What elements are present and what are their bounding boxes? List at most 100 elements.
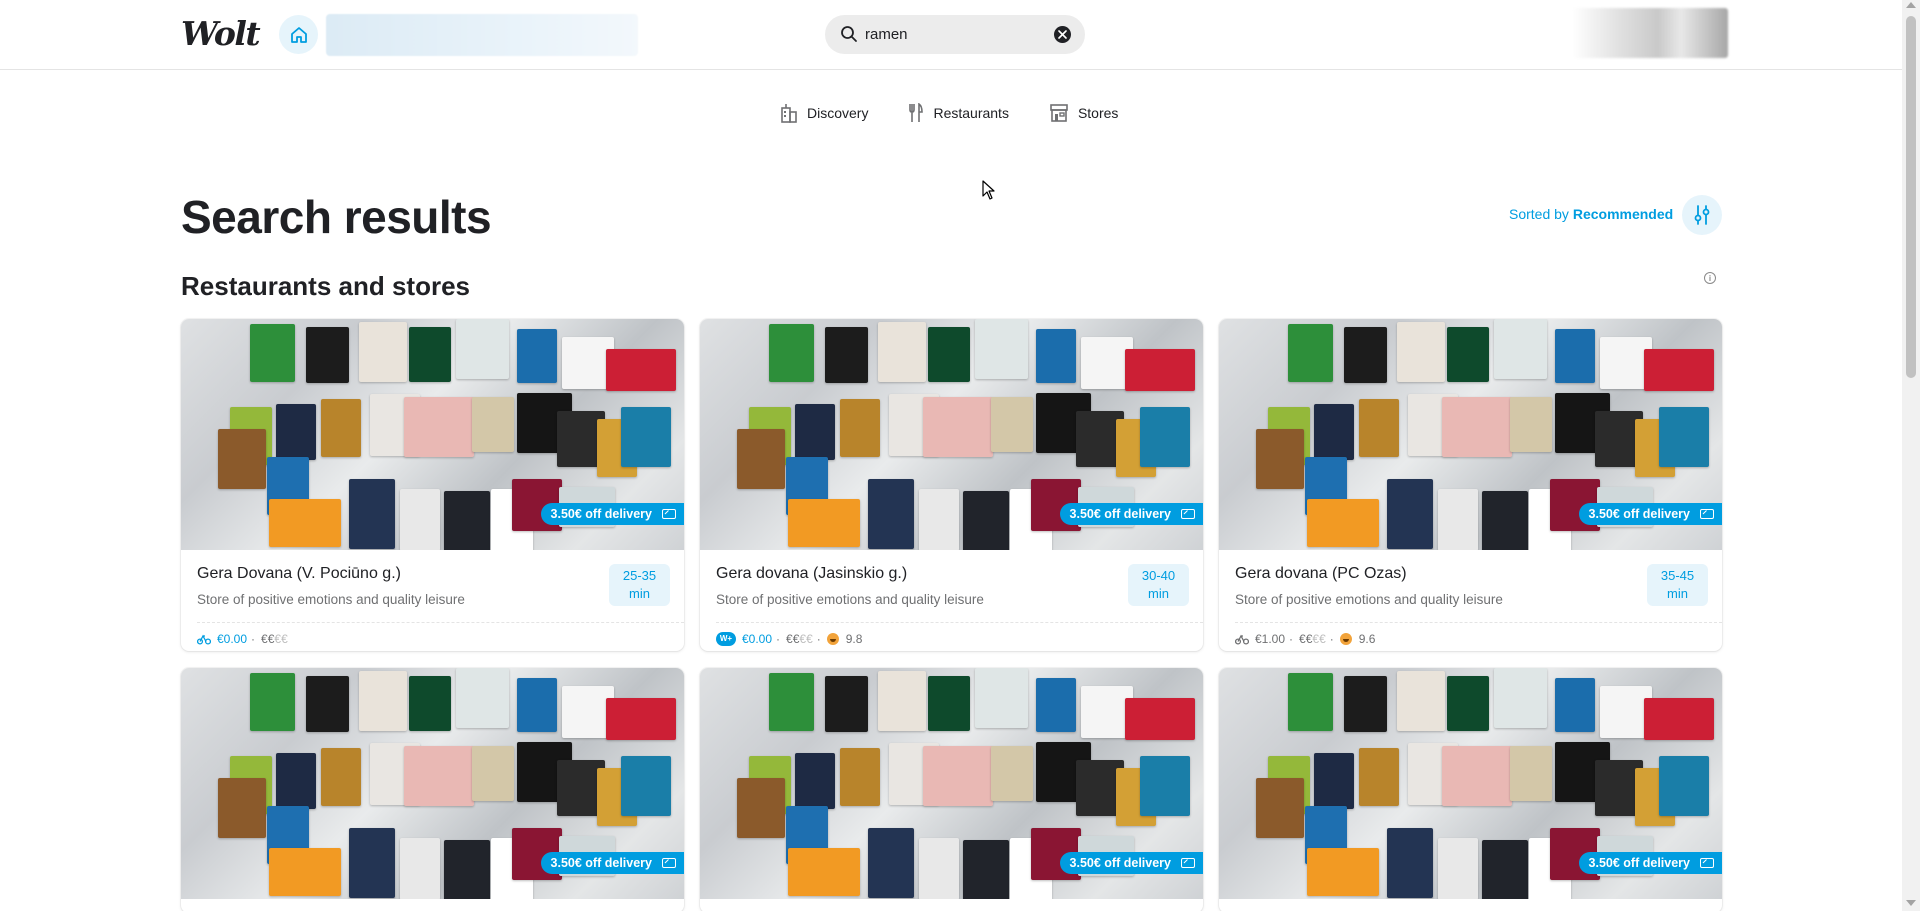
gift-card-graphic <box>444 491 490 550</box>
gift-card-graphic <box>250 673 295 731</box>
home-icon <box>290 26 307 43</box>
gift-card-graphic <box>269 499 341 547</box>
price-level: €€ <box>261 632 275 646</box>
gift-card-graphic <box>621 407 671 467</box>
search-bar[interactable] <box>825 15 1085 54</box>
venue-card-body: Gera dovana (PC Ozas) Store of positive e… <box>1219 550 1722 651</box>
scroll-up-arrow-icon[interactable] <box>1906 2 1916 8</box>
gift-card-graphic <box>349 828 395 898</box>
gift-card-graphic <box>878 671 926 731</box>
venue-card[interactable]: 3.50€ off delivery <box>700 668 1203 911</box>
info-icon[interactable]: i <box>1704 272 1716 284</box>
gift-card-graphic <box>276 753 316 809</box>
card-divider <box>1235 622 1722 623</box>
gift-card-graphic <box>1510 397 1552 452</box>
eta-range: 25-35 <box>622 568 657 583</box>
wolt-plus-badge: W+ <box>716 632 736 646</box>
store-icon <box>1050 104 1068 122</box>
delivery-time-badge: 30-40 min <box>1128 564 1189 606</box>
gift-card-graphic <box>321 748 361 806</box>
gift-card-graphic <box>1359 748 1399 806</box>
price-level-dim: €€ <box>274 632 288 646</box>
sort-filter-button[interactable] <box>1682 195 1722 235</box>
venue-card[interactable]: 3.50€ off delivery <box>181 668 684 911</box>
scrollbar-thumb[interactable] <box>1906 16 1916 378</box>
tab-stores[interactable]: Stores <box>1049 98 1118 128</box>
venue-meta: €0.00 · €€ €€ <box>197 632 288 646</box>
gift-card-graphic <box>1482 491 1528 550</box>
price-level: €€ <box>1299 632 1313 646</box>
promo-label: 3.50€ off delivery <box>1069 856 1171 870</box>
gift-card-graphic <box>795 404 835 460</box>
gift-card-graphic <box>1125 698 1195 740</box>
gift-card-graphic <box>306 327 349 383</box>
gift-card-graphic <box>1256 429 1304 489</box>
page-title: Search results <box>181 191 492 243</box>
gift-card-graphic <box>878 322 926 382</box>
gift-card-graphic <box>444 840 490 899</box>
gift-card-graphic <box>1555 678 1595 732</box>
gift-card-graphic <box>1510 746 1552 801</box>
tab-discovery[interactable]: Discovery <box>780 98 868 128</box>
gift-card-graphic <box>1256 778 1304 838</box>
ticket-icon <box>1700 509 1714 519</box>
clear-search-button[interactable] <box>1054 26 1071 43</box>
venue-image: 3.50€ off delivery <box>700 319 1203 550</box>
venue-card-body: Gera Dovana (V. Pociūno g.) Store of posi… <box>181 550 684 651</box>
delivery-promo-badge: 3.50€ off delivery <box>1059 503 1203 525</box>
delivery-promo-badge: 3.50€ off delivery <box>1578 503 1722 525</box>
gift-card-graphic <box>769 324 814 382</box>
price-level-dim: €€ <box>1312 632 1326 646</box>
gift-card-graphic <box>606 698 676 740</box>
tab-discovery-label: Discovery <box>807 105 869 121</box>
delivery-time-badge: 35-45 min <box>1647 564 1708 606</box>
gift-card-graphic <box>517 678 557 732</box>
gift-card-graphic <box>840 399 880 457</box>
gift-card-graphic <box>1314 404 1354 460</box>
gift-card-graphic <box>1125 349 1195 391</box>
delivery-promo-badge: 3.50€ off delivery <box>1578 852 1722 874</box>
venue-card[interactable]: 3.50€ off delivery Gera dovana (PC Ozas) S… <box>1219 319 1722 651</box>
gift-card-graphic <box>621 756 671 816</box>
gift-card-graphic <box>1344 676 1387 732</box>
promo-label: 3.50€ off delivery <box>550 507 652 521</box>
gift-card-graphic <box>1659 407 1709 467</box>
gift-card-graphic <box>769 673 814 731</box>
building-icon <box>781 104 797 123</box>
venue-card[interactable]: 3.50€ off delivery Gera Dovana (V. Pociūn… <box>181 319 684 651</box>
venue-card[interactable]: 3.50€ off delivery <box>1219 668 1722 911</box>
search-icon <box>841 26 857 42</box>
gift-card-graphic <box>919 838 959 899</box>
gift-card-graphic <box>975 319 1028 379</box>
venue-description: Store of positive emotions and quality l… <box>1235 592 1503 607</box>
rating-smiley-icon <box>826 633 839 645</box>
scroll-down-arrow-icon[interactable] <box>1906 900 1916 906</box>
tab-restaurants[interactable]: Restaurants <box>908 98 1009 128</box>
gift-card-graphic <box>1442 397 1512 457</box>
gift-card-graphic <box>456 319 509 379</box>
gift-card-graphic <box>404 397 474 457</box>
gift-card-graphic <box>1387 479 1433 549</box>
gift-card-graphic <box>400 838 440 899</box>
ticket-icon <box>1181 858 1195 868</box>
wolt-logo[interactable]: Wolt <box>181 14 261 53</box>
gift-card-graphic <box>472 746 514 801</box>
venue-card[interactable]: 3.50€ off delivery Gera dovana (Jasinskio… <box>700 319 1203 651</box>
gift-card-graphic <box>1438 838 1478 899</box>
venue-image: 3.50€ off delivery <box>1219 319 1722 550</box>
gift-card-graphic <box>359 671 407 731</box>
home-button[interactable] <box>279 15 318 54</box>
venue-image: 3.50€ off delivery <box>700 668 1203 899</box>
delivery-address-button[interactable] <box>326 14 638 56</box>
venue-name: Gera dovana (Jasinskio g.) <box>716 565 908 582</box>
profile-menu[interactable] <box>1572 8 1728 58</box>
gift-card-graphic <box>250 324 295 382</box>
gift-card-graphic <box>472 397 514 452</box>
ticket-icon <box>662 509 676 519</box>
gift-card-graphic <box>1644 349 1714 391</box>
search-input[interactable] <box>865 15 1045 54</box>
gift-card-graphic <box>218 778 266 838</box>
venue-description: Store of positive emotions and quality l… <box>197 592 465 607</box>
sort-label[interactable]: Sorted by Recommended <box>1509 206 1673 222</box>
tab-stores-label: Stores <box>1077 105 1119 121</box>
